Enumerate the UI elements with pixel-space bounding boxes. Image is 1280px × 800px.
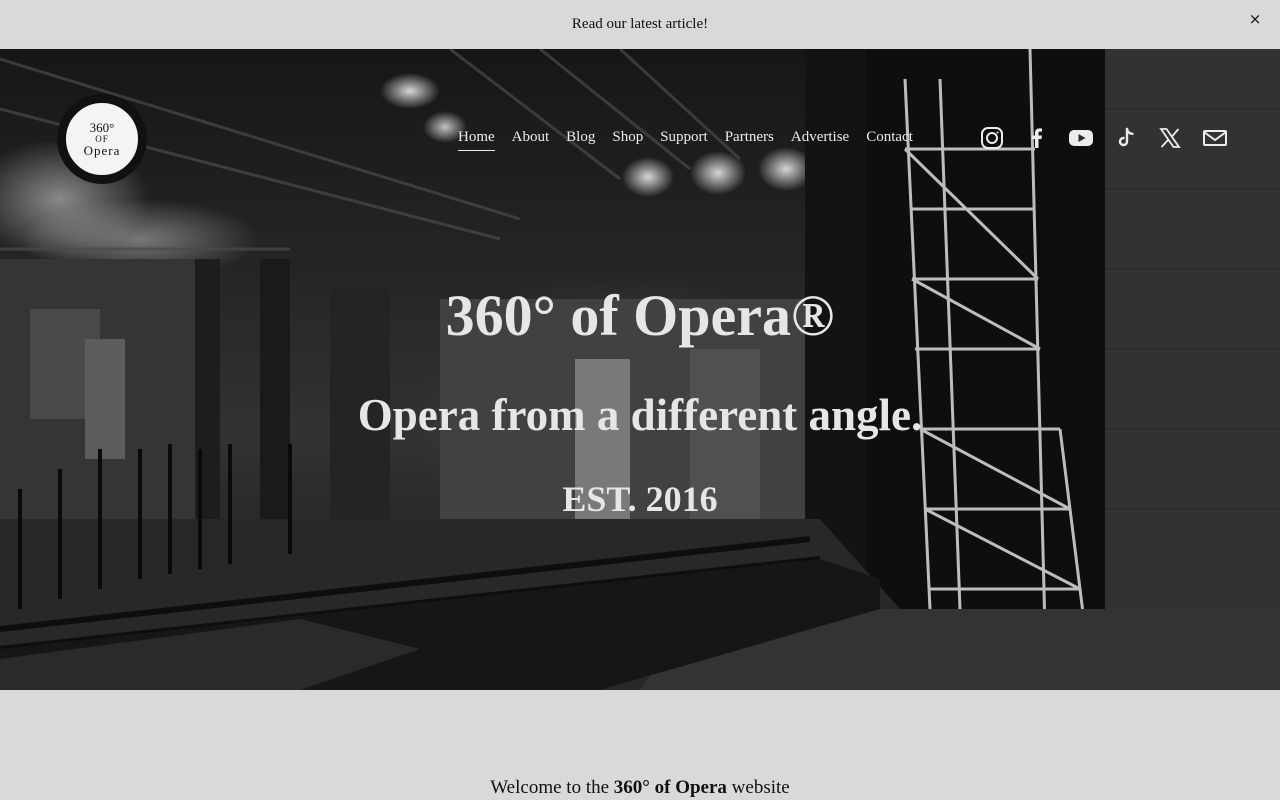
- welcome-suffix: website: [726, 777, 790, 798]
- hero-established: EST. 2016: [562, 479, 718, 519]
- nav-item-blog[interactable]: Blog: [566, 129, 595, 151]
- main-nav: Home About Blog Shop Support Partners Ad…: [458, 129, 930, 151]
- instagram-icon[interactable]: [979, 126, 1005, 150]
- nav-item-support[interactable]: Support: [660, 129, 708, 151]
- hero-subtitle: Opera from a different angle.: [357, 390, 923, 440]
- hero-title: 360° of Opera®: [445, 283, 835, 348]
- site-logo[interactable]: 360° OF Opera: [57, 94, 147, 184]
- welcome-brand: 360° of Opera: [613, 777, 727, 798]
- x-icon[interactable]: [1157, 126, 1183, 150]
- logo-text-opera: Opera: [83, 143, 121, 158]
- youtube-icon[interactable]: [1068, 126, 1094, 150]
- social-links: [979, 126, 1246, 150]
- welcome-text: Welcome to the 360° of Opera website: [0, 776, 1280, 800]
- announcement-bar: Read our latest article! ×: [0, 0, 1280, 49]
- nav-item-home[interactable]: Home: [458, 129, 495, 151]
- logo-badge: 360° OF Opera: [64, 101, 140, 177]
- tiktok-icon[interactable]: [1113, 126, 1139, 150]
- email-icon[interactable]: [1202, 126, 1228, 150]
- logo-text-360: 360°: [89, 120, 115, 135]
- nav-item-contact[interactable]: Contact: [866, 129, 913, 151]
- nav-item-shop[interactable]: Shop: [612, 129, 643, 151]
- nav-item-advertise[interactable]: Advertise: [791, 129, 849, 151]
- close-icon[interactable]: ×: [1244, 10, 1266, 32]
- nav-item-partners[interactable]: Partners: [725, 129, 774, 151]
- announcement-link[interactable]: Read our latest article!: [572, 16, 708, 33]
- hero-banner: 360° OF Opera Home About Blog Shop Suppo…: [0, 49, 1280, 690]
- nav-item-about[interactable]: About: [512, 129, 550, 151]
- facebook-icon[interactable]: [1024, 126, 1050, 150]
- welcome-prefix: Welcome to the: [490, 777, 614, 798]
